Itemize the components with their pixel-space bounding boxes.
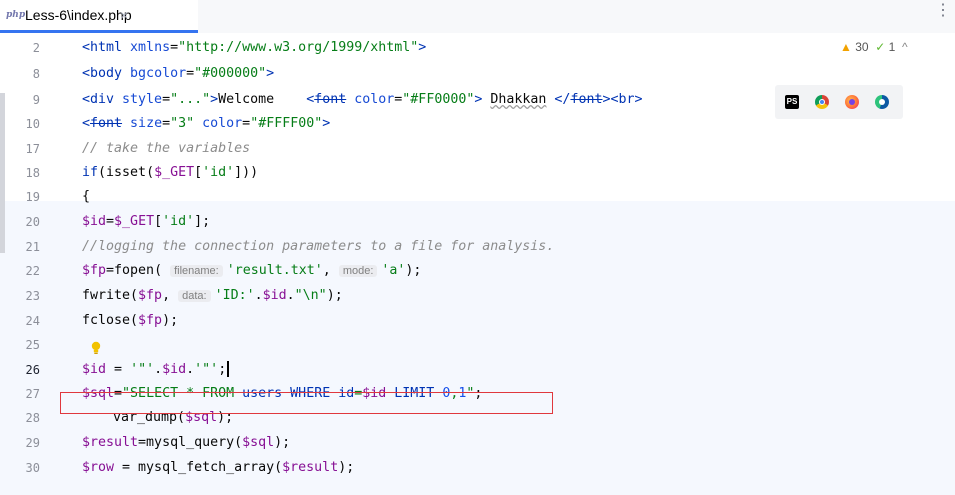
code-text: <html xmlns="http://www.w3.org/1999/xhtm… — [82, 40, 427, 55]
parameter-hint: filename: — [170, 265, 223, 277]
line-number: 8 — [32, 67, 40, 81]
line-number: 9 — [32, 93, 40, 107]
text-caret — [227, 361, 230, 377]
warning-count: 30 — [855, 40, 869, 54]
code-comment: // take the variables — [82, 141, 251, 156]
code-text: fwrite($fp, data: 'ID:'.$id."\n"); — [82, 288, 343, 303]
code-text: $fp=fopen( filename:'result.txt', mode: '… — [82, 263, 422, 278]
code-text: $row = mysql_fetch_array($result); — [82, 460, 355, 475]
line-number: 10 — [25, 117, 40, 131]
annotation-highlight-box — [60, 392, 553, 414]
code-text: $id=$_GET['id']; — [82, 214, 211, 229]
editor-tab-bar: php Less-6\index.php × ⋮ — [0, 0, 955, 33]
code-line: 21 //logging the connection parameters t… — [0, 236, 955, 258]
inspection-widget[interactable]: ▲ 30 ✓ 1 ^ — [840, 40, 908, 54]
check-count: 1 — [888, 40, 896, 54]
code-text: if(isset($_GET['id'])) — [82, 165, 259, 180]
code-line-current: 26 $id = '"'.$id.'"'; — [0, 359, 955, 381]
code-line: 25 — [0, 334, 955, 356]
line-number: 24 — [25, 314, 40, 328]
code-line: 23 fwrite($fp, data: 'ID:'.$id."\n"); — [0, 285, 955, 307]
check-icon: ✓ — [871, 40, 886, 54]
warning-icon: ▲ — [840, 40, 852, 54]
close-tab-icon[interactable]: × — [120, 7, 128, 23]
code-line: 29 $result=mysql_query($sql); — [0, 432, 955, 454]
code-text: <font size="3" color="#FFFF00"> — [82, 116, 331, 131]
line-number: 17 — [25, 142, 40, 156]
code-line: 17 // take the variables — [0, 138, 955, 160]
firefox-icon[interactable] — [845, 95, 859, 109]
php-file-icon: php — [6, 10, 26, 20]
line-number: 23 — [25, 289, 40, 303]
parameter-hint: data: — [178, 290, 211, 302]
code-text: { — [82, 189, 91, 204]
line-number: 22 — [25, 264, 40, 278]
line-number: 20 — [25, 215, 40, 229]
browser-preview-bar: PS — [775, 85, 903, 119]
chrome-icon[interactable] — [815, 95, 829, 109]
code-line: 8 <body bgcolor="#000000"> — [0, 63, 955, 85]
line-number: 27 — [25, 387, 40, 401]
line-number: 30 — [25, 461, 40, 475]
code-text: <body bgcolor="#000000"> — [82, 66, 275, 81]
line-number: 18 — [25, 166, 40, 180]
code-line: 2 <html xmlns="http://www.w3.org/1999/xh… — [0, 37, 955, 59]
code-text: $id = '"'.$id.'"'; — [82, 359, 230, 381]
code-line: 30 $row = mysql_fetch_array($result); — [0, 457, 955, 479]
code-text: $result=mysql_query($sql); — [82, 435, 291, 450]
code-editor[interactable]: 2 <html xmlns="http://www.w3.org/1999/xh… — [0, 33, 955, 495]
more-options-icon[interactable]: ⋮ — [935, 3, 951, 19]
code-text: fclose($fp); — [82, 313, 179, 328]
line-number: 25 — [25, 338, 40, 352]
code-line: 20 $id=$_GET['id']; — [0, 211, 955, 233]
code-text: <div style="...">Welcome <font color="#F… — [82, 92, 643, 107]
code-line: 24 fclose($fp); — [0, 310, 955, 332]
line-number: 29 — [25, 436, 40, 450]
line-number: 26 — [25, 363, 40, 377]
code-line: 22 $fp=fopen( filename:'result.txt', mod… — [0, 260, 955, 282]
file-tab-title: Less-6\index.php — [25, 7, 132, 23]
code-line: 18 if(isset($_GET['id'])) — [0, 162, 955, 184]
lightbulb-icon[interactable] — [90, 339, 102, 361]
parameter-hint: mode: — [338, 265, 378, 277]
edge-icon[interactable] — [875, 95, 889, 109]
file-tab[interactable]: php Less-6\index.php × — [0, 0, 198, 33]
code-comment: //logging the connection parameters to a… — [82, 239, 555, 254]
chevron-up-icon[interactable]: ^ — [899, 40, 908, 54]
code-line: 19 { — [0, 186, 955, 208]
line-number: 28 — [25, 411, 40, 425]
line-number: 19 — [25, 190, 40, 204]
line-number: 21 — [25, 240, 40, 254]
line-number: 2 — [32, 41, 40, 55]
phpstorm-icon[interactable]: PS — [785, 95, 799, 109]
